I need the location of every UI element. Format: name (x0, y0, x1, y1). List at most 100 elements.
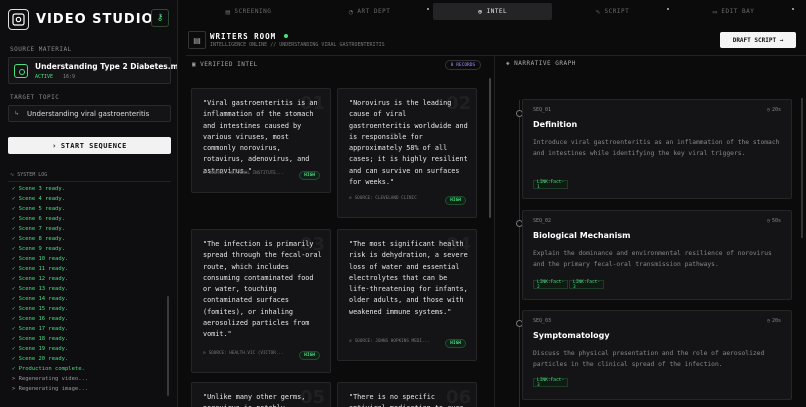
intel-card[interactable]: 05 "Unlike many other germs, norovirus i… (191, 382, 331, 407)
link-icon: ⊘ (203, 171, 206, 176)
log-line: ✓ Production complete. (12, 366, 85, 372)
scene-description: Introduce viral gastroenteritis as an in… (533, 139, 780, 157)
scene-card[interactable]: SEQ_02 ◷ 50s Biological Mechanism Explain… (522, 210, 792, 300)
system-log[interactable]: ✓ Scene 3 ready. ✓ Scene 4 ready. ✓ Scen… (8, 181, 171, 407)
status-dot (427, 8, 429, 10)
tab-label: EDIT BAY (721, 8, 755, 15)
confidence-badge: HIGH (299, 351, 320, 360)
scene-title: Biological Mechanism (533, 231, 631, 240)
scene-card[interactable]: SEQ_01 ◷ 20s Definition Introduce viral g… (522, 99, 792, 199)
draft-script-button[interactable]: DRAFT SCRIPT → (720, 32, 796, 48)
scene-description: Explain the dominance and environmental … (533, 250, 772, 268)
link-icon: ⊘ (203, 351, 206, 356)
scene-duration-value: 20s (771, 107, 781, 113)
log-line: ✓ Scene 4 ready. (12, 196, 65, 202)
card-source: ⊘ SOURCE: JOHNS HOPKINS MEDI... (349, 339, 430, 344)
card-quote: "Viral gastroenteritis is an inflammatio… (203, 99, 318, 175)
tab-intel[interactable]: ⊕ INTEL (433, 3, 552, 20)
scene-duration-value: 20s (771, 318, 781, 324)
sidebar: VIDEO STUDIO ⚷ SOURCE MATERIAL Understan… (0, 0, 178, 407)
log-line: ✓ Scene 9 ready. (12, 246, 65, 252)
scene-id: SEQ_03 (533, 318, 552, 324)
scene-title: Definition (533, 120, 578, 129)
log-line: ✓ Scene 8 ready. (12, 236, 65, 242)
scene-duration-value: 50s (771, 218, 781, 224)
header-divider (186, 55, 806, 56)
log-line: > Regenerating image... (12, 386, 89, 392)
narrative-graph-header: ◈ NARRATIVE GRAPH (506, 60, 576, 67)
tab-art-dept[interactable]: ◔ ART DEPT (309, 3, 430, 20)
start-sequence-button[interactable]: › START SEQUENCE (8, 137, 171, 154)
source-material-card[interactable]: Understanding Type 2 Diabetes.mov ACTIVE… (8, 57, 177, 84)
fact-link[interactable]: LINK:Fact-1 (533, 180, 569, 190)
log-line: ✓ Scene 12 ready. (12, 276, 69, 282)
card-source-text: SOURCE: JOHNS HOPKINS MEDI... (354, 339, 430, 344)
log-line: ✓ Scene 18 ready. (12, 336, 69, 342)
tab-screening[interactable]: ▤ SCREENING (188, 3, 309, 20)
scene-id: SEQ_01 (533, 107, 552, 113)
tab-label: ART DEPT (357, 8, 391, 15)
start-sequence-label: START SEQUENCE (60, 141, 127, 150)
target-topic-input[interactable]: ↳ Understanding viral gastroenteritis (8, 105, 171, 122)
clock-icon: ◷ (766, 318, 770, 324)
main-nav: ▤ SCREENING ◔ ART DEPT ⊕ INTEL ✎ SCRIPT ▭ EDI… (188, 3, 794, 20)
target-topic-label: TARGET TOPIC (10, 94, 60, 101)
scene-card[interactable]: SEQ_03 ◷ 20s Symptomatology Discuss the p… (522, 310, 792, 400)
fact-link[interactable]: LINK:Fact-3 (569, 280, 605, 290)
film-reel-icon (8, 8, 29, 30)
clock-icon: ◷ (766, 107, 770, 113)
confidence-badge: HIGH (299, 171, 320, 180)
scene-duration: ◷ 50s (767, 218, 781, 224)
layers-icon: ◈ (506, 60, 511, 67)
fact-link[interactable]: LINK:Fact-3 (533, 378, 569, 388)
log-scrollbar[interactable] (167, 296, 169, 396)
app-title: VIDEO STUDIO (36, 11, 154, 27)
tab-script[interactable]: ✎ SCRIPT (552, 3, 673, 20)
online-indicator (284, 34, 288, 38)
log-line: ✓ Scene 17 ready. (12, 326, 69, 332)
pulse-icon: ∿ (10, 172, 15, 178)
card-source: ⊘ SOURCE: NATIONAL INSTITUTE... (203, 171, 284, 176)
card-source-text: SOURCE: HEALTH.VIC (VICTOR... (208, 351, 284, 356)
link-icon: ⊘ (349, 339, 352, 344)
log-line: ✓ Scene 19 ready. (12, 346, 69, 352)
intel-card[interactable]: 04 "The most significant health risk is … (337, 229, 477, 361)
log-line: ✓ Scene 14 ready. (12, 296, 69, 302)
column-divider (494, 55, 495, 407)
intel-card[interactable]: 03 "The infection is primarily spread th… (191, 229, 331, 373)
intel-scrollbar[interactable] (489, 78, 491, 218)
card-source-text: SOURCE: NATIONAL INSTITUTE... (208, 171, 284, 176)
video-studio-app: VIDEO STUDIO ⚷ SOURCE MATERIAL Understan… (0, 0, 806, 407)
narrative-scrollbar[interactable] (801, 98, 803, 238)
intel-card[interactable]: 02 "Norovirus is the leading cause of vi… (337, 88, 477, 218)
verified-intel-header: ▣ VERIFIED INTEL (192, 61, 258, 68)
confidence-badge: HIGH (445, 339, 466, 348)
intel-card[interactable]: 01 "Viral gastroenteritis is an inflamma… (191, 88, 331, 193)
brand: VIDEO STUDIO (8, 8, 154, 30)
log-line: ✓ Scene 16 ready. (12, 316, 69, 322)
clock-icon: ◷ (766, 218, 770, 224)
narrative-graph-label: NARRATIVE GRAPH (514, 60, 576, 67)
intel-card[interactable]: 06 "There is no specific antiviral medic… (337, 382, 477, 407)
confidence-badge: HIGH (445, 196, 466, 205)
target-topic-value: Understanding viral gastroenteritis (27, 110, 150, 118)
log-line: ✓ Scene 10 ready. (12, 256, 69, 262)
status-dot (792, 8, 794, 10)
scene-duration: ◷ 20s (767, 107, 781, 113)
source-ratio: 16:9 (63, 74, 76, 80)
card-quote: "There is no specific antiviral medicati… (349, 393, 464, 407)
log-line: ✓ Scene 6 ready. (12, 216, 65, 222)
fact-link[interactable]: LINK:Fact-2 (533, 280, 569, 290)
media-icon (14, 64, 28, 78)
scene-description: Discuss the physical presentation and th… (533, 350, 765, 368)
page-subtitle: INTELLIGENCE ONLINE // UNDERSTANDING VIR… (210, 42, 385, 48)
log-line: ✓ Scene 20 ready. (12, 356, 69, 362)
log-line: ✓ Scene 7 ready. (12, 226, 65, 232)
log-line: ✓ Scene 13 ready. (12, 286, 69, 292)
tab-edit-bay[interactable]: ▭ EDIT BAY (673, 3, 794, 20)
tab-label: SCRIPT (604, 8, 630, 15)
globe-icon: ⊕ (477, 7, 483, 16)
pen-icon: ✎ (595, 7, 601, 16)
card-quote: "Unlike many other germs, norovirus is n… (203, 393, 306, 407)
key-icon[interactable]: ⚷ (151, 9, 169, 27)
